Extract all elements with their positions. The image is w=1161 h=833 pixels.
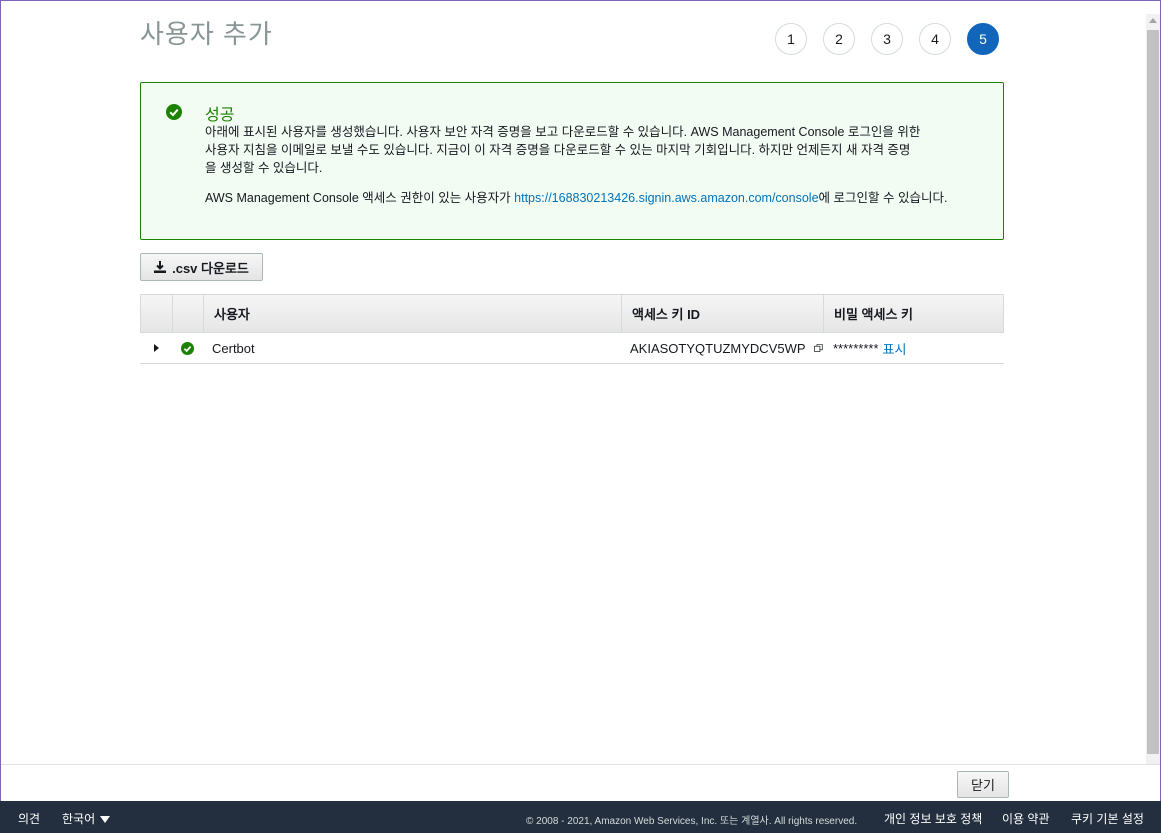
feedback-link[interactable]: 의견 (18, 810, 40, 827)
row-access-key-id-cell: AKIASOTYQTUZMYDCV5WP (621, 333, 823, 363)
expand-row-toggle[interactable] (140, 333, 172, 363)
success-check-icon (166, 104, 182, 120)
alert-line-3: 을 생성할 수 있습니다. (205, 161, 323, 175)
download-icon (154, 261, 167, 273)
alert-title: 성공 (205, 107, 235, 124)
step-4[interactable]: 4 (919, 23, 951, 55)
console-prefix: AWS Management Console 액세스 권한이 있는 사용자가 (205, 191, 515, 205)
console-access-message: AWS Management Console 액세스 권한이 있는 사용자가 h… (205, 189, 995, 207)
row-secret-key-cell: ********* 표시 (823, 333, 1004, 363)
alert-line-2: 사용자 지침을 이메일로 보낼 수도 있습니다. 지금이 이 자격 증명을 다운… (205, 143, 911, 157)
copyright-text: © 2008 - 2021, Amazon Web Services, Inc.… (526, 816, 858, 827)
caret-down-icon (100, 816, 111, 824)
download-csv-label: .csv 다운로드 (172, 260, 249, 276)
language-label: 한국어 (62, 812, 96, 826)
close-button[interactable]: 닫기 (957, 771, 1009, 798)
table-header: 사용자 액세스 키 ID 비밀 액세스 키 (140, 294, 1004, 333)
header-secret-key[interactable]: 비밀 액세스 키 (824, 295, 1003, 332)
step-1[interactable]: 1 (775, 23, 807, 55)
scroll-up-arrow-icon[interactable] (1149, 18, 1157, 23)
header-expand-col (141, 295, 173, 332)
step-3[interactable]: 3 (871, 23, 903, 55)
wizard-steps: 1 2 3 4 5 (775, 23, 999, 55)
alert-message: 아래에 표시된 사용자를 생성했습니다. 사용자 보안 자격 증명을 보고 다운… (205, 123, 985, 177)
terms-link[interactable]: 이용 약관 (1002, 810, 1050, 827)
row-access-key-id: AKIASOTYQTUZMYDCV5WP (630, 340, 806, 356)
header-status-col (173, 295, 204, 332)
console-signin-link[interactable]: https://168830213426.signin.aws.amazon.c… (514, 191, 818, 205)
header-access-key-id[interactable]: 액세스 키 ID (622, 295, 824, 332)
row-user: Certbot (212, 340, 255, 356)
scrollbar-thumb[interactable] (1147, 30, 1159, 754)
row-status (172, 333, 203, 363)
cookie-preferences-link[interactable]: 쿠키 기본 설정 (1071, 810, 1144, 827)
secret-masked: ********* (833, 340, 879, 356)
expand-triangle-icon (153, 344, 159, 352)
success-check-icon (181, 341, 194, 355)
language-selector[interactable]: 한국어 (62, 810, 111, 827)
table-row: Certbot AKIASOTYQTUZMYDCV5WP ********* 표… (140, 333, 1004, 364)
copy-icon[interactable] (813, 341, 823, 355)
vertical-scrollbar[interactable] (1146, 14, 1160, 765)
show-secret-link[interactable]: 표시 (883, 339, 907, 358)
page-title: 사용자 추가 (140, 19, 273, 49)
console-footer: 의견 한국어 © 2008 - 2021, Amazon Web Service… (0, 801, 1161, 833)
download-csv-button[interactable]: .csv 다운로드 (140, 253, 263, 281)
alert-line-1: 아래에 표시된 사용자를 생성했습니다. 사용자 보안 자격 증명을 보고 다운… (205, 125, 921, 139)
header-user[interactable]: 사용자 (204, 295, 622, 332)
step-2[interactable]: 2 (823, 23, 855, 55)
success-alert: 성공 아래에 표시된 사용자를 생성했습니다. 사용자 보안 자격 증명을 보고… (140, 82, 1004, 240)
users-table: 사용자 액세스 키 ID 비밀 액세스 키 Certbot AKIASOTYQT… (140, 294, 1004, 364)
privacy-policy-link[interactable]: 개인 정보 보호 정책 (884, 810, 982, 827)
console-suffix: 에 로그인할 수 있습니다. (818, 191, 948, 205)
step-5-active[interactable]: 5 (967, 23, 999, 55)
